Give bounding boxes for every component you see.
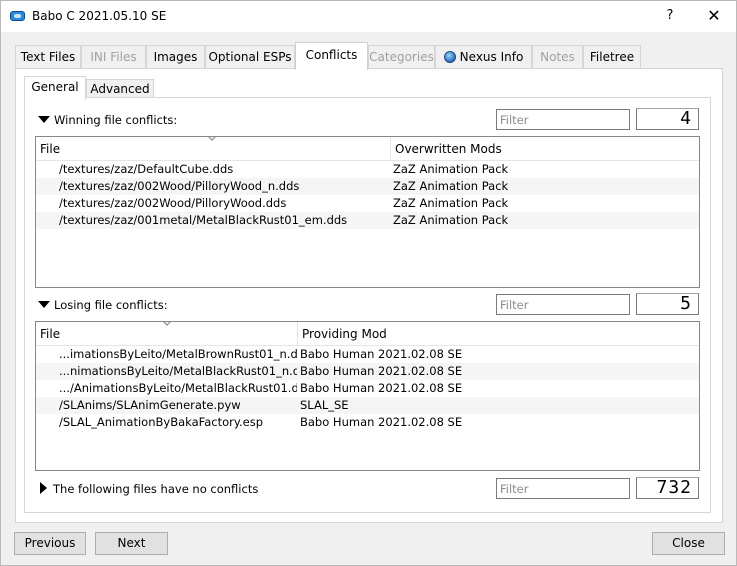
losing-count: 5 [636, 293, 699, 315]
collapse-arrow-icon [38, 116, 50, 123]
table-row[interactable]: /SLAL_AnimationByBakaFactory.esp Babo Hu… [36, 414, 699, 431]
tab-label: Images [153, 50, 198, 64]
file-cell: /textures/zaz/002Wood/PilloryWood.dds [59, 196, 287, 210]
file-cell: /textures/zaz/002Wood/PilloryWood_n.dds [59, 179, 300, 193]
file-cell: .../AnimationsByLeito/MetalBlackRust01.d… [59, 381, 297, 395]
mod-cell: Babo Human 2021.02.08 SE [300, 381, 463, 395]
tab-conflicts[interactable]: Conflicts [295, 42, 368, 70]
tab-label: Conflicts [305, 48, 358, 62]
losing-conflicts-list[interactable]: File Providing Mod ...imationsByLeito/Me… [35, 321, 700, 471]
tab-filetree[interactable]: Filetree [583, 45, 641, 69]
losing-filter-input[interactable] [496, 294, 630, 315]
winning-filter-input[interactable] [496, 109, 630, 130]
column-header-overwritten-mods[interactable]: Overwritten Mods [391, 137, 699, 161]
tab-notes[interactable]: Notes [532, 45, 583, 69]
no-conflicts-label: The following files have no conflicts [53, 482, 259, 496]
title-bar: Babo C 2021.05.10 SE ? ✕ [1, 1, 736, 32]
table-row[interactable]: /textures/zaz/DefaultCube.dds ZaZ Animat… [36, 161, 699, 178]
column-header-providing-mod[interactable]: Providing Mod [298, 322, 699, 346]
next-button[interactable]: Next [95, 532, 168, 555]
column-header-file[interactable]: File [36, 322, 298, 346]
table-row[interactable]: .../AnimationsByLeito/MetalBlackRust01.d… [36, 380, 699, 397]
help-button[interactable]: ? [658, 3, 682, 29]
tab-label: Notes [540, 50, 575, 64]
table-row[interactable]: /textures/zaz/001metal/MetalBlackRust01_… [36, 212, 699, 229]
file-cell: /textures/zaz/001metal/MetalBlackRust01_… [59, 213, 348, 227]
mod-cell: ZaZ Animation Pack [393, 196, 509, 210]
mod-cell: ZaZ Animation Pack [393, 213, 509, 227]
file-cell: /SLAL_AnimationByBakaFactory.esp [59, 415, 264, 429]
winning-list-header: File Overwritten Mods [36, 137, 699, 161]
window-title: Babo C 2021.05.10 SE [32, 9, 167, 23]
tab-optional-esps[interactable]: Optional ESPs [205, 45, 295, 69]
no-conflicts-filter-input[interactable] [496, 478, 630, 499]
winning-conflicts-list[interactable]: File Overwritten Mods /textures/zaz/Defa… [35, 136, 700, 288]
winning-label: Winning file conflicts: [54, 113, 178, 127]
file-cell: ...imationsByLeito/MetalBrownRust01_n.dd… [59, 347, 297, 361]
subtab-label: Advanced [90, 82, 150, 96]
mod-cell: SLAL_SE [300, 398, 349, 412]
tab-text-files[interactable]: Text Files [15, 45, 81, 69]
tab-label: Nexus Info [459, 50, 524, 64]
mod-cell: ZaZ Animation Pack [393, 179, 509, 193]
no-conflicts-toggle[interactable]: The following files have no conflicts [40, 482, 258, 496]
mod-cell: Babo Human 2021.02.08 SE [300, 364, 463, 378]
mod-cell: ZaZ Animation Pack [393, 162, 509, 176]
table-row[interactable]: ...imationsByLeito/MetalBrownRust01_n.dd… [36, 346, 699, 363]
close-window-button[interactable]: ✕ [697, 3, 731, 29]
table-row[interactable]: ...nimationsByLeito/MetalBlackRust01_n.d… [36, 363, 699, 380]
tab-images[interactable]: Images [146, 45, 205, 69]
tab-categories[interactable]: Categories [368, 45, 435, 69]
table-row[interactable]: /SLAnims/SLAnimGenerate.pyw SLAL_SE [36, 397, 699, 414]
no-conflicts-count: 732 [636, 477, 699, 499]
column-header-file[interactable]: File [36, 137, 391, 161]
tab-label: Filetree [589, 50, 635, 64]
tab-label: Text Files [20, 50, 76, 64]
table-row[interactable]: /textures/zaz/002Wood/PilloryWood_n.dds … [36, 178, 699, 195]
winning-toggle[interactable]: Winning file conflicts: [38, 113, 177, 127]
losing-list-header: File Providing Mod [36, 322, 699, 346]
close-button[interactable]: Close [652, 532, 725, 555]
tab-label: Categories [369, 50, 434, 64]
subtab-label: General [31, 80, 79, 94]
dialog-window: Babo C 2021.05.10 SE ? ✕ Text Files INI … [0, 0, 737, 566]
winning-count: 4 [636, 108, 699, 130]
tab-label: INI Files [90, 50, 137, 64]
losing-label: Losing file conflicts: [54, 298, 168, 312]
subtab-general[interactable]: General [24, 76, 86, 100]
previous-button[interactable]: Previous [14, 532, 86, 555]
file-cell: /SLAnims/SLAnimGenerate.pyw [59, 398, 241, 412]
mod-cell: Babo Human 2021.02.08 SE [300, 347, 463, 361]
collapse-arrow-icon [38, 301, 50, 308]
losing-toggle[interactable]: Losing file conflicts: [38, 298, 168, 312]
tab-label: Optional ESPs [208, 50, 292, 64]
tab-ini-files[interactable]: INI Files [81, 45, 146, 69]
file-cell: ...nimationsByLeito/MetalBlackRust01_n.d… [59, 364, 297, 378]
table-row[interactable]: /textures/zaz/002Wood/PilloryWood.dds Za… [36, 195, 699, 212]
tab-nexus-info[interactable]: Nexus Info [435, 45, 532, 69]
globe-icon [443, 51, 456, 63]
app-icon [10, 11, 25, 21]
expand-arrow-icon [40, 482, 47, 494]
mod-cell: Babo Human 2021.02.08 SE [300, 415, 463, 429]
file-cell: /textures/zaz/DefaultCube.dds [59, 162, 234, 176]
